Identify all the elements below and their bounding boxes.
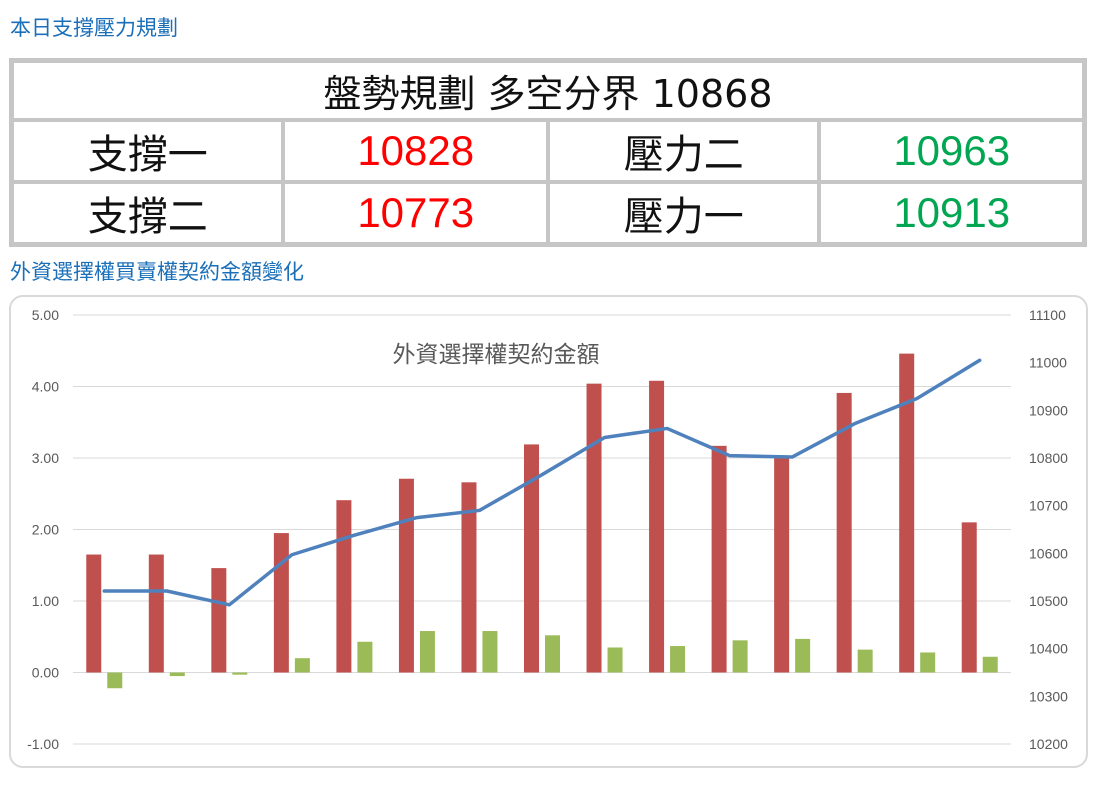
bar-call	[211, 568, 227, 673]
plan-table: 盤勢規劃 多空分界 10868 支撐一 10828 壓力二 10963 支撐二 …	[9, 58, 1087, 247]
plan-row: 支撐二 10773 壓力一 10913	[12, 182, 1084, 244]
y-right-tick-label: 10900	[1029, 402, 1068, 418]
bar-put	[232, 672, 248, 675]
chart-title: 外資選擇權契約金額	[393, 342, 600, 368]
bar-put	[857, 649, 873, 673]
bar-put	[107, 672, 123, 689]
page-title: 本日支撐壓力規劃	[10, 16, 178, 40]
plan-heading-row: 盤勢規劃 多空分界 10868	[12, 61, 1084, 120]
bar-call	[774, 457, 790, 673]
bar-call	[336, 500, 352, 673]
bar-put	[169, 672, 185, 677]
y-right-tick-label: 10400	[1029, 641, 1068, 657]
plan-row: 支撐一 10828 壓力二 10963	[12, 120, 1084, 182]
pressure-2-label: 壓力二	[547, 120, 820, 182]
bar-call	[148, 554, 164, 673]
y-right-tick-label: 10500	[1029, 593, 1068, 609]
support-2-label: 支撐二	[12, 182, 284, 244]
bar-call	[273, 533, 289, 673]
support-2-value: 10773	[283, 182, 548, 244]
y-right-tick-label: 10300	[1029, 688, 1068, 704]
y-right-tick-label: 10200	[1029, 736, 1068, 752]
bar-call	[649, 380, 665, 673]
pressure-1-label: 壓力一	[547, 182, 820, 244]
y-left-tick-label: 4.00	[32, 379, 59, 395]
chart-container: -1.00 0.00 1.00 2.00 3.00 4.00 5.00 10200 10300 1…	[9, 295, 1088, 768]
support-1-label: 支撐一	[12, 120, 284, 182]
bar-put	[545, 635, 560, 673]
bar-call	[586, 383, 602, 673]
bar-put	[795, 638, 811, 673]
y-left-tick-label: 1.00	[32, 593, 59, 609]
y-left-tick-label: 0.00	[32, 665, 59, 681]
y-left-tick-label: 5.00	[32, 307, 59, 323]
bar-call	[86, 554, 102, 673]
y-right-tick-label: 11000	[1029, 355, 1067, 371]
support-1-value: 10828	[283, 120, 548, 182]
pressure-1-value: 10913	[819, 182, 1084, 244]
bar-call	[398, 478, 414, 673]
bar-call	[961, 522, 977, 673]
bar-put	[670, 646, 686, 673]
y-right-tick-label: 10700	[1029, 498, 1068, 514]
bar-put	[419, 631, 435, 673]
bar-put	[357, 641, 373, 673]
y-left-tick-label: -1.00	[27, 736, 59, 752]
y-left-tick-label: 3.00	[32, 450, 59, 466]
plan-heading: 盤勢規劃 多空分界 10868	[12, 61, 1084, 120]
y-left-tick-label: 2.00	[32, 522, 59, 538]
bar-call	[836, 392, 852, 673]
bar-put	[920, 652, 936, 673]
pressure-2-value: 10963	[819, 120, 1084, 182]
y-right-tick-label: 10600	[1029, 545, 1068, 561]
bar-put	[294, 658, 310, 673]
bar-put	[607, 647, 623, 673]
chart-section-title: 外資選擇權買賣權契約金額變化	[10, 260, 304, 284]
bar-put	[982, 656, 998, 673]
options-contract-chart: -1.00 0.00 1.00 2.00 3.00 4.00 5.00 10200 10300 1…	[27, 307, 1068, 752]
bar-put	[482, 631, 498, 673]
bar-put	[732, 640, 748, 673]
bar-call	[711, 445, 727, 673]
y-right-tick-label: 10800	[1029, 450, 1068, 466]
y-right-tick-label: 11100	[1029, 307, 1066, 323]
